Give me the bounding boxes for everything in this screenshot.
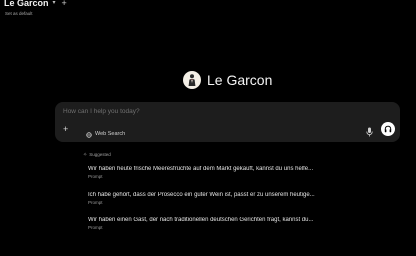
- suggested-prompt-text: Wir haben heute frische Meeresfrüchte au…: [88, 166, 314, 172]
- sparkle-icon: ✧: [83, 152, 88, 158]
- suggested-prompt-text: Ich habe gehört, dass der Prosecco ein g…: [88, 192, 315, 198]
- web-search-label: Web Search: [95, 130, 126, 137]
- web-search-button[interactable]: Web Search: [86, 125, 125, 143]
- model-name[interactable]: Le Garcon: [4, 0, 49, 8]
- model-selector[interactable]: Le Garcon ▾ +: [4, 0, 67, 8]
- message-input[interactable]: How can I help you today?: [63, 108, 140, 116]
- suggested-label: Suggested: [89, 152, 111, 157]
- suggested-header: ✧ Suggested: [83, 152, 111, 158]
- suggested-prompt[interactable]: Wir haben einen Gast, der nach tradition…: [88, 217, 388, 231]
- waiter-avatar-icon: [183, 71, 201, 89]
- chat-page: Le Garcon ▾ + Set as default Le Garcon H…: [0, 0, 416, 256]
- suggested-prompt[interactable]: Wir haben heute frische Meeresfrüchte au…: [88, 166, 388, 180]
- suggested-prompt[interactable]: Ich habe gehört, dass der Prosecco ein g…: [88, 192, 388, 206]
- chevron-down-icon[interactable]: ▾: [53, 0, 56, 8]
- globe-icon: [86, 125, 92, 143]
- suggested-prompt-kind: Prompt: [88, 200, 103, 205]
- suggested-prompt-kind: Prompt: [88, 225, 103, 230]
- brand-title: Le Garcon: [207, 72, 273, 88]
- suggested-prompt-kind: Prompt: [88, 174, 103, 179]
- add-model-icon[interactable]: +: [62, 0, 67, 8]
- headphones-icon: [384, 120, 392, 138]
- brand-header: Le Garcon: [183, 71, 272, 89]
- suggested-prompt-text: Wir haben einen Gast, der nach tradition…: [88, 217, 314, 223]
- voice-mode-button[interactable]: [381, 122, 395, 136]
- microphone-icon[interactable]: [366, 124, 373, 142]
- set-default-link[interactable]: Set as default: [5, 11, 33, 17]
- attach-plus-icon[interactable]: +: [63, 124, 68, 134]
